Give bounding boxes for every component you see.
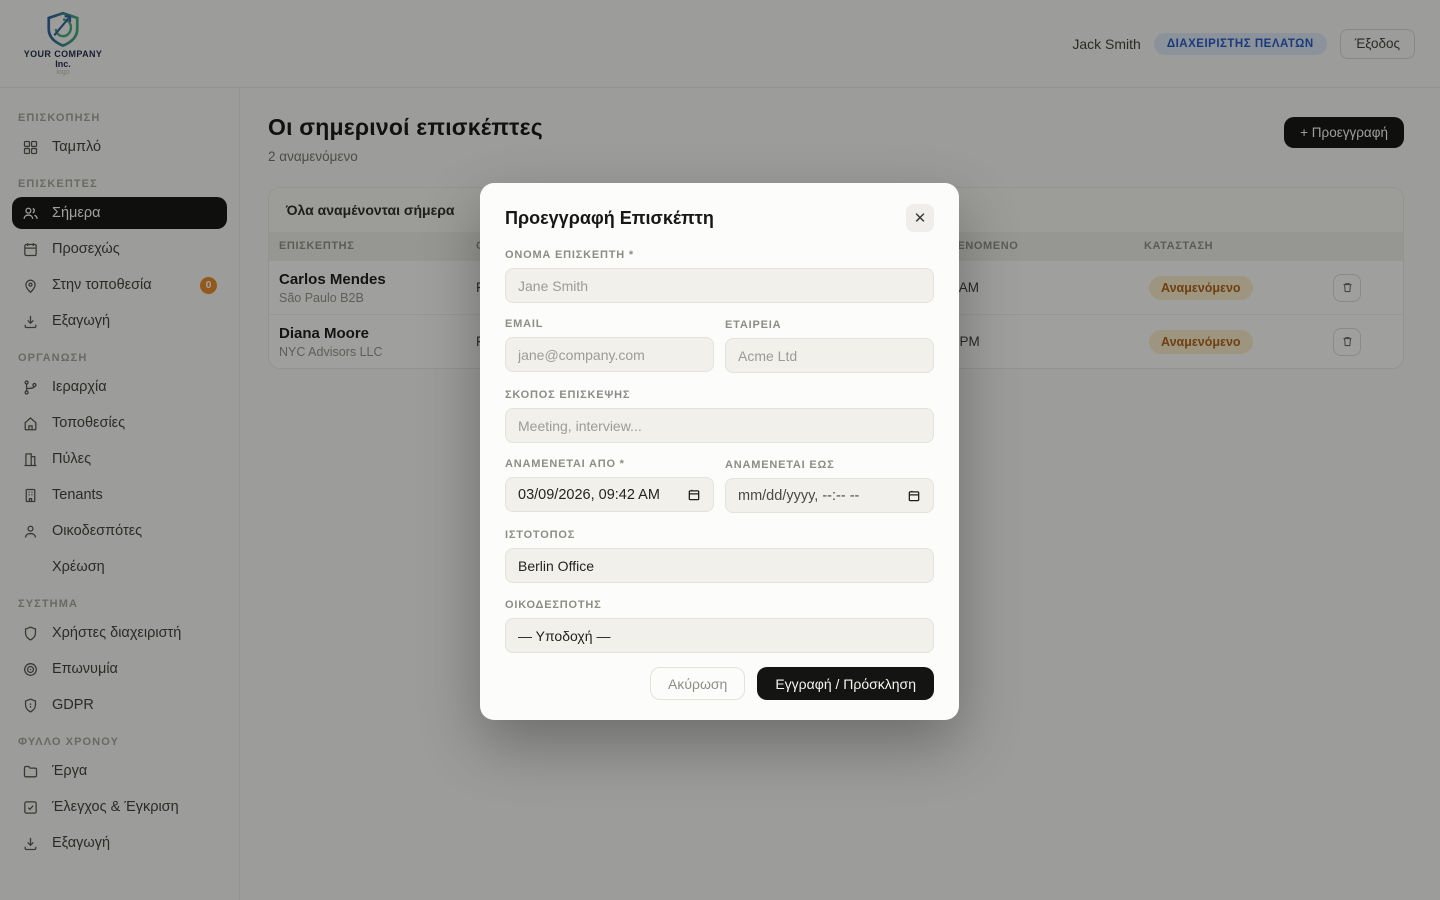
company-label: ΕΤΑΙΡΕΙΑ — [725, 319, 934, 332]
preregister-modal: Προεγγραφή Επισκέπτη ✕ ΟΝΟΜΑ ΕΠΙΣΚΕΠΤΗ *… — [480, 183, 959, 720]
calendar-icon — [907, 489, 921, 503]
modal-head: Προεγγραφή Επισκέπτη ✕ — [505, 203, 934, 233]
visitor-name-field[interactable] — [505, 268, 934, 303]
expected-from-label: ΑΝΑΜΕΝΕΤΑΙ ΑΠΟ * — [505, 458, 714, 471]
company-group: ΕΤΑΙΡΕΙΑ — [725, 319, 934, 373]
expected-until-value: mm/dd/yyyy, --:-- -- — [738, 488, 859, 504]
site-select[interactable]: Berlin Office — [505, 548, 934, 583]
submit-button[interactable]: Εγγραφή / Πρόσκληση — [757, 667, 934, 700]
cancel-button[interactable]: Ακύρωση — [650, 667, 745, 700]
email-company-row: EMAIL ΕΤΑΙΡΕΙΑ — [505, 303, 934, 373]
calendar-icon — [687, 488, 701, 502]
host-select[interactable]: — Υποδοχή — — [505, 618, 934, 653]
email-field[interactable] — [505, 337, 714, 372]
expected-from-value: 03/09/2026, 09:42 AM — [518, 487, 660, 503]
expected-from-group: ΑΝΑΜΕΝΕΤΑΙ ΑΠΟ * 03/09/2026, 09:42 AM — [505, 458, 714, 513]
purpose-field[interactable] — [505, 408, 934, 443]
modal-title: Προεγγραφή Επισκέπτη — [505, 208, 714, 229]
company-field[interactable] — [725, 338, 934, 373]
modal-footer: Ακύρωση Εγγραφή / Πρόσκληση — [505, 667, 934, 700]
email-group: EMAIL — [505, 318, 714, 373]
site-group: ΙΣΤΟΤΟΠΟΣ Berlin Office — [505, 529, 934, 583]
host-label: ΟΙΚΟΔΕΣΠΟΤΗΣ — [505, 599, 934, 612]
expected-until-field[interactable]: mm/dd/yyyy, --:-- -- — [725, 478, 934, 513]
email-label: EMAIL — [505, 318, 714, 331]
expected-from-field[interactable]: 03/09/2026, 09:42 AM — [505, 477, 714, 512]
expected-until-group: ΑΝΑΜΕΝΕΤΑΙ ΕΩΣ mm/dd/yyyy, --:-- -- — [725, 459, 934, 513]
purpose-group: ΣΚΟΠΟΣ ΕΠΙΣΚΕΨΗΣ — [505, 389, 934, 443]
visitor-name-group: ΟΝΟΜΑ ΕΠΙΣΚΕΠΤΗ * — [505, 249, 934, 303]
visitor-name-label: ΟΝΟΜΑ ΕΠΙΣΚΕΠΤΗ * — [505, 249, 934, 262]
expected-until-label: ΑΝΑΜΕΝΕΤΑΙ ΕΩΣ — [725, 459, 934, 472]
host-group: ΟΙΚΟΔΕΣΠΟΤΗΣ — Υποδοχή — — [505, 599, 934, 653]
datetime-row: ΑΝΑΜΕΝΕΤΑΙ ΑΠΟ * 03/09/2026, 09:42 AM ΑΝ… — [505, 443, 934, 513]
purpose-label: ΣΚΟΠΟΣ ΕΠΙΣΚΕΨΗΣ — [505, 389, 934, 402]
close-icon[interactable]: ✕ — [906, 204, 934, 232]
site-label: ΙΣΤΟΤΟΠΟΣ — [505, 529, 934, 542]
app-root: YOUR COMPANY Inc. logo Jack Smith ΔΙΑΧΕΙ… — [0, 0, 1440, 900]
